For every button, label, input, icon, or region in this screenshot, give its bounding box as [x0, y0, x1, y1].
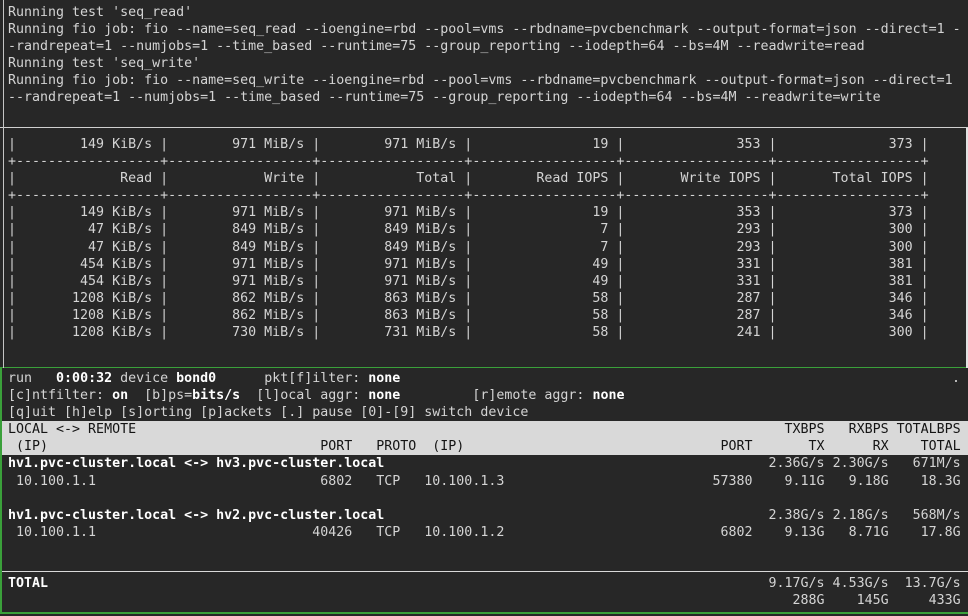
text-segment: bond0	[176, 371, 216, 386]
netmon-options-line: [c]ntfilter: on [b]ps=bits/s [l]ocal agg…	[8, 387, 968, 404]
pane-border-left	[3, 0, 4, 368]
table-row: | 149 KiB/s | 971 MiB/s | 971 MiB/s | 19…	[8, 204, 968, 221]
fio-log-line: -randrepeat=1 --numjobs=1 --time_based -…	[8, 38, 968, 55]
table-row: | 47 KiB/s | 849 MiB/s | 849 MiB/s | 7 |…	[8, 239, 968, 256]
fio-log-line: Running test 'seq_read'	[8, 4, 968, 21]
table-row: | 47 KiB/s | 849 MiB/s | 849 MiB/s | 7 |…	[8, 221, 968, 238]
text-segment: none	[368, 388, 400, 403]
active-pane-border-left	[0, 368, 2, 614]
table-row: | 454 KiB/s | 971 MiB/s | 971 MiB/s | 49…	[8, 273, 968, 290]
text-segment: [r]emote aggr:	[400, 388, 592, 403]
table-peak-row: | 149 KiB/s | 971 MiB/s | 971 MiB/s | 19…	[8, 136, 968, 153]
text-segment: 9.17G/s 4.53G/s 13.7G/s	[48, 576, 961, 591]
text-segment: TOTAL	[8, 576, 48, 591]
text-segment: 2.36G/s 2.30G/s 671M/s	[384, 456, 960, 471]
fio-log-line: Running fio job: fio --name=seq_read --i…	[8, 21, 968, 38]
text-segment: none	[368, 371, 400, 386]
activity-indicator: .	[952, 370, 960, 387]
connection-detail-row: 10.100.1.1 6802 TCP 10.100.1.3 57380 9.1…	[8, 473, 968, 490]
table-header-row: | Read | Write | Total | Read IOPS | Wri…	[8, 170, 968, 187]
fio-log-line: Running test 'seq_write'	[8, 55, 968, 72]
text-segment: [b]ps=	[128, 388, 192, 403]
table-row: | 454 KiB/s | 971 MiB/s | 971 MiB/s | 49…	[8, 256, 968, 273]
text-segment: [c]ntfilter:	[8, 388, 112, 403]
netmon-lines: run 0:00:32 device bond0 pkt[f]ilter: no…	[8, 370, 968, 541]
netmon-shortcuts-line: [q]uit [h]elp [s]orting [p]ackets [.] pa…	[8, 404, 968, 421]
connection-detail-row: 10.100.1.1 40426 TCP 10.100.1.2 6802 9.1…	[8, 524, 968, 541]
netmon-header-row: (IP) PORT PROTO (IP) PORT TX RX TOTAL	[0, 438, 968, 455]
table-row: | 1208 KiB/s | 862 MiB/s | 863 MiB/s | 5…	[8, 307, 968, 324]
text-segment: device	[112, 371, 176, 386]
text-segment: [l]ocal aggr:	[240, 388, 368, 403]
table-separator: +------------------+------------------+-…	[8, 187, 968, 204]
text-segment: hv1.pvc-cluster.local <-> hv2.pvc-cluste…	[8, 508, 384, 523]
text-segment: 0:00:32	[56, 371, 112, 386]
netmon-total-footer: TOTAL 9.17G/s 4.53G/s 13.7G/s	[0, 571, 968, 612]
text-segment: on	[112, 388, 128, 403]
table-row: | 1208 KiB/s | 862 MiB/s | 863 MiB/s | 5…	[8, 290, 968, 307]
netmon-header-row: LOCAL <-> REMOTE TXBPS RXBPS TOTALBPS	[0, 421, 968, 438]
terminal-window: Running test 'seq_read'Running fio job: …	[0, 0, 968, 616]
table-row: | 1208 KiB/s | 730 MiB/s | 731 MiB/s | 5…	[8, 324, 968, 341]
connection-host-row: hv1.pvc-cluster.local <-> hv2.pvc-cluste…	[8, 507, 968, 524]
fio-log-line: Running fio job: fio --name=seq_write --…	[8, 72, 968, 89]
text-segment: run	[8, 371, 56, 386]
table-separator: +------------------+------------------+-…	[8, 153, 968, 170]
text-segment: 2.38G/s 2.18G/s 568M/s	[384, 508, 960, 523]
connection-host-row: hv1.pvc-cluster.local <-> hv3.pvc-cluste…	[8, 455, 968, 472]
blank-line	[8, 490, 968, 507]
text-segment: pkt[f]ilter:	[216, 371, 368, 386]
fio-output-pane[interactable]: Running test 'seq_read'Running fio job: …	[0, 0, 968, 127]
network-monitor-pane[interactable]: run 0:00:32 device bond0 pkt[f]ilter: no…	[0, 368, 968, 612]
text-segment: bits/s	[192, 388, 240, 403]
netmon-total-row: TOTAL 9.17G/s 4.53G/s 13.7G/s	[8, 575, 968, 592]
benchmark-table-pane[interactable]: | 149 KiB/s | 971 MiB/s | 971 MiB/s | 19…	[0, 128, 968, 367]
active-pane-border-bottom	[0, 612, 968, 614]
netmon-status-line: run 0:00:32 device bond0 pkt[f]ilter: no…	[8, 370, 968, 387]
text-segment: hv1.pvc-cluster.local <-> hv3.pvc-cluste…	[8, 456, 384, 471]
fio-log-line: --randrepeat=1 --numjobs=1 --time_based …	[8, 89, 968, 106]
netmon-cumulative-row: 288G 145G 433G	[8, 592, 968, 609]
text-segment: none	[592, 388, 624, 403]
